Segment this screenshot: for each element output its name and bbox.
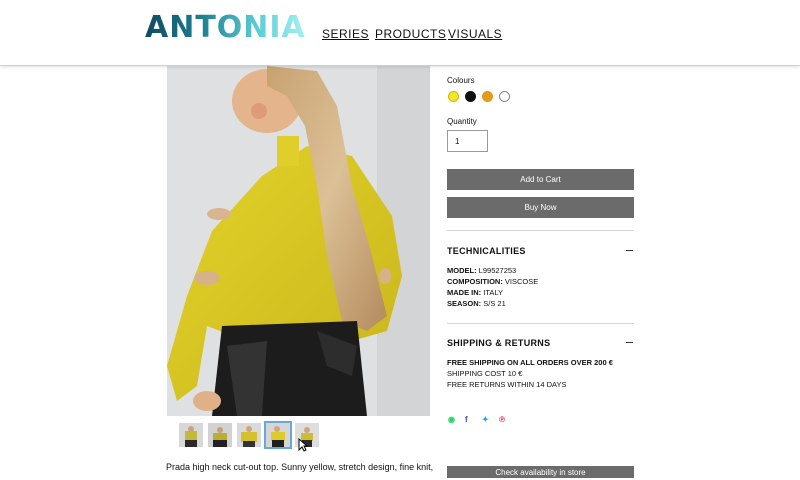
shipping-line-cost: SHIPPING COST 10 €: [447, 369, 523, 378]
tech-row-season: SEASON: S/S 21: [447, 299, 506, 308]
site-header: ANTONIA SERIES PRODUCTS VISUALS: [0, 0, 800, 66]
tech-row-model: MODEL: L99527253: [447, 266, 517, 275]
tech-row-made-in: MADE IN: ITALY: [447, 288, 503, 297]
buy-now-button[interactable]: Buy Now: [447, 197, 634, 218]
technicalities-title[interactable]: TECHNICALITIES: [447, 246, 526, 256]
divider: [447, 230, 634, 231]
product-photo: [167, 66, 430, 416]
product-description: Prada high neck cut-out top. Sunny yello…: [166, 462, 434, 472]
whatsapp-icon[interactable]: ◉: [448, 415, 455, 424]
facebook-icon[interactable]: f: [465, 415, 468, 424]
thumbnail-4[interactable]: [264, 421, 292, 449]
nav-products[interactable]: PRODUCTS: [375, 27, 446, 41]
colour-swatch-black[interactable]: [465, 91, 476, 102]
thumbnail-3[interactable]: [237, 423, 261, 447]
nav-series[interactable]: SERIES: [322, 27, 369, 41]
quantity-input[interactable]: 1: [447, 130, 488, 152]
colour-swatch-orange[interactable]: [482, 91, 493, 102]
colours-label: Colours: [447, 76, 475, 85]
pinterest-icon[interactable]: ℗: [499, 415, 505, 424]
twitter-icon[interactable]: ✦: [482, 415, 489, 424]
shipping-line-returns: FREE RETURNS WITHIN 14 DAYS: [447, 380, 567, 389]
add-to-cart-button[interactable]: Add to Cart: [447, 169, 634, 190]
thumbnail-2[interactable]: [208, 423, 232, 447]
shipping-returns-title[interactable]: SHIPPING & RETURNS: [447, 338, 550, 348]
colour-swatch-white[interactable]: [499, 91, 510, 102]
site-logo[interactable]: ANTONIA: [145, 12, 306, 44]
nav-visuals[interactable]: VISUALS: [448, 27, 502, 41]
mouse-cursor-icon: [298, 438, 308, 452]
quantity-label: Quantity: [447, 117, 477, 126]
colour-swatch-yellow[interactable]: [448, 91, 459, 102]
product-main-image[interactable]: [167, 66, 430, 416]
divider: [447, 323, 634, 324]
tech-row-composition: COMPOSITION: VISCOSE: [447, 277, 539, 286]
check-availability-button[interactable]: Check availability in store: [447, 466, 634, 478]
collapse-shipping-icon[interactable]: [626, 342, 633, 343]
thumbnail-1[interactable]: [179, 423, 203, 447]
collapse-technicalities-icon[interactable]: [626, 250, 633, 251]
shipping-line-free: FREE SHIPPING ON ALL ORDERS OVER 200 €: [447, 358, 613, 367]
